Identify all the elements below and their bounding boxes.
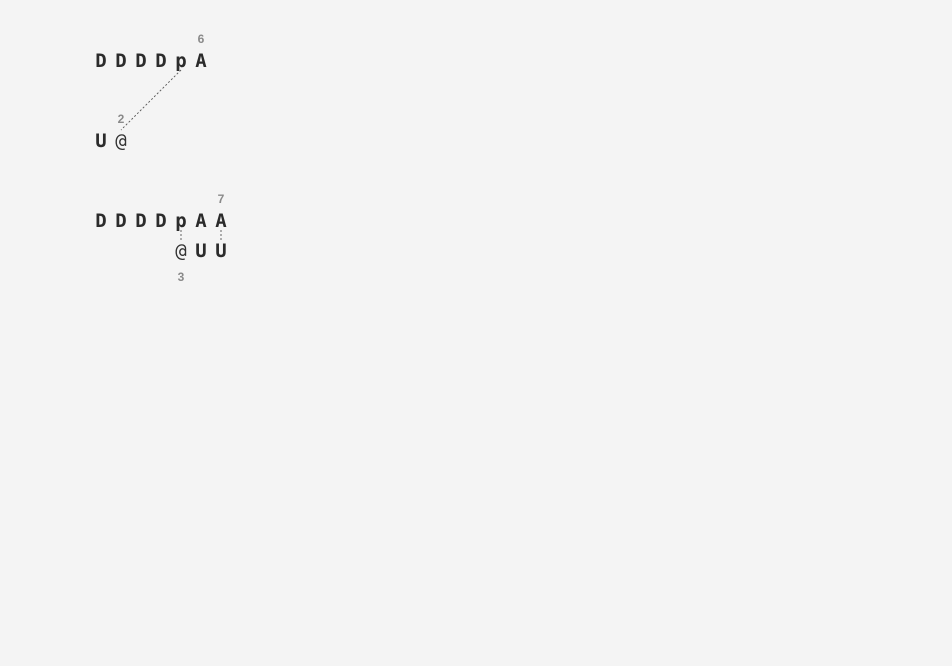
sequence-symbol: D <box>115 50 127 72</box>
sequence-symbol: D <box>95 50 107 72</box>
link-lines <box>120 69 222 242</box>
sequence-symbol: D <box>135 50 147 72</box>
sequence-symbol: U <box>95 130 107 152</box>
sequence-symbol: D <box>95 210 107 232</box>
sequence-symbol: D <box>135 210 147 232</box>
sequence-symbol: p <box>175 50 187 72</box>
sequence-symbol: A <box>195 50 207 72</box>
sequence-symbol: @ <box>115 130 127 152</box>
diagram-canvas: D D D D p A 6 2 U @ 7 D D D D p A A @ U … <box>0 0 952 666</box>
sequence-symbol: U <box>195 240 207 262</box>
sequence-symbol: D <box>115 210 127 232</box>
sequence-symbol: D <box>155 50 167 72</box>
sequence-symbol: p <box>175 210 187 232</box>
sequence-symbol: A <box>195 210 207 232</box>
block2-top-index: 7 <box>217 192 225 206</box>
block2-bottom-index: 3 <box>177 270 185 284</box>
sequence-symbol: U <box>215 240 227 262</box>
sequence-symbol: @ <box>175 240 187 262</box>
block1-bottom-index: 2 <box>117 112 125 126</box>
sequence-symbol: D <box>155 210 167 232</box>
block1-top-index: 6 <box>197 32 205 46</box>
sequence-symbol: A <box>215 210 227 232</box>
